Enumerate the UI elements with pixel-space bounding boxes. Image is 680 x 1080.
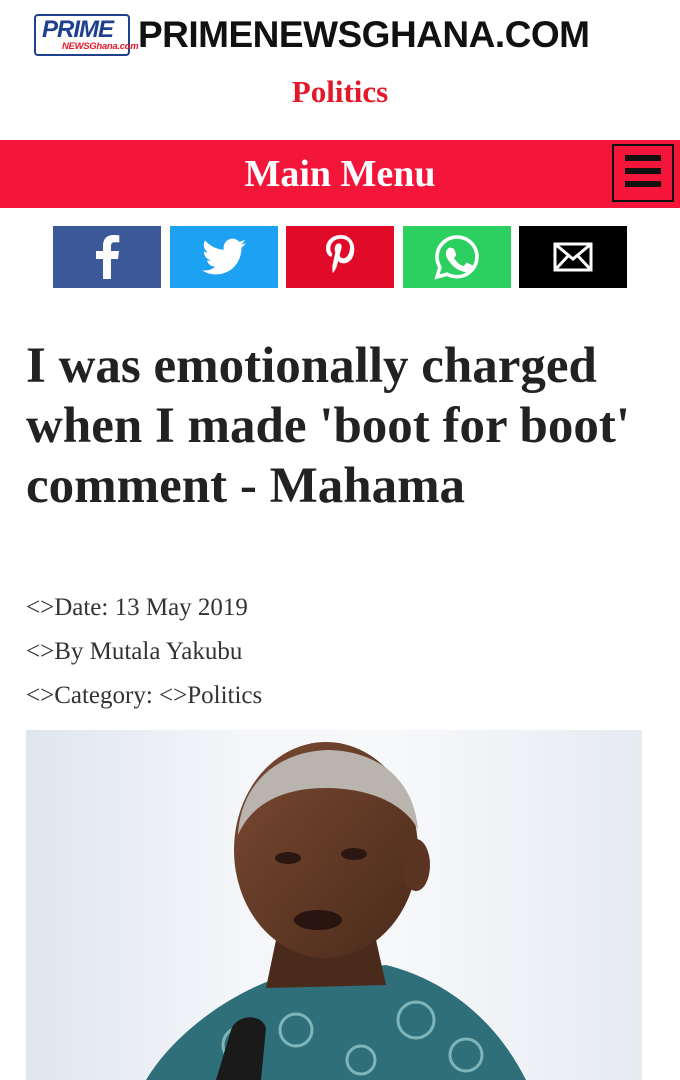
share-facebook-button[interactable] [53, 226, 161, 288]
logo-prime-text: PRIME [42, 16, 114, 43]
article-headline: I was emotionally charged when I made 'b… [26, 338, 631, 514]
logo-sub-text: NEWSGhana.com [62, 41, 139, 52]
share-twitter-button[interactable] [170, 226, 278, 288]
main-menu-bar[interactable]: Main Menu [0, 140, 680, 208]
whatsapp-icon [434, 235, 479, 280]
article-category[interactable]: <>Category: <>Politics [26, 682, 262, 710]
twitter-bird-icon [202, 238, 246, 275]
portrait-illustration [146, 742, 526, 1080]
envelope-icon [553, 242, 593, 272]
share-buttons [53, 226, 627, 288]
site-header: PRIME NEWSGhana.com PRIMENEWSGHANA.COM P… [0, 0, 680, 140]
article-author[interactable]: <>By Mutala Yakubu [26, 638, 242, 666]
share-email-button[interactable] [519, 226, 627, 288]
site-name[interactable]: PRIMENEWSGHANA.COM [138, 14, 590, 56]
share-whatsapp-button[interactable] [403, 226, 511, 288]
hamburger-menu-icon[interactable] [612, 144, 674, 202]
article-photo [26, 730, 642, 1080]
article-date: <>Date: 13 May 2019 [26, 594, 248, 621]
main-menu-title[interactable]: Main Menu [0, 152, 680, 196]
facebook-icon [96, 235, 120, 279]
site-logo[interactable]: PRIME NEWSGhana.com [34, 14, 139, 56]
pinterest-icon [326, 235, 355, 273]
section-label[interactable]: Politics [0, 74, 680, 110]
share-pinterest-button[interactable] [286, 226, 394, 288]
